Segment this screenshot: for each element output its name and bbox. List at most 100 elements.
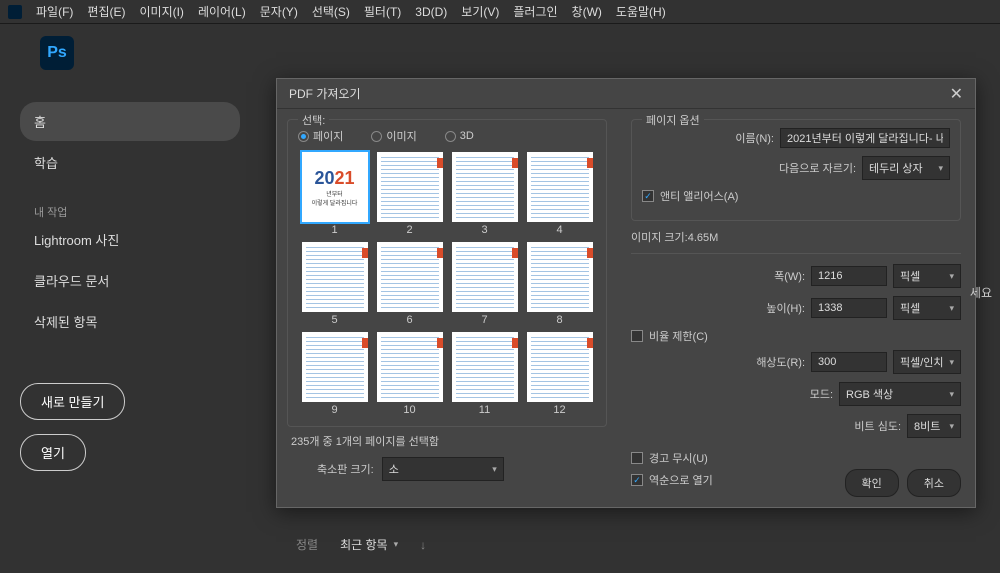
- thumb-size-select[interactable]: 소▾: [382, 457, 504, 481]
- resolution-unit-select[interactable]: 픽셀/인치▾: [893, 350, 961, 374]
- radio-3d[interactable]: 3D: [445, 130, 474, 142]
- menu-plugins[interactable]: 플러그인: [513, 3, 557, 20]
- thumb-label: 2: [373, 222, 446, 238]
- thumb-label: 9: [298, 402, 371, 418]
- menu-type[interactable]: 문자(Y): [260, 3, 298, 20]
- name-input[interactable]: [780, 128, 950, 148]
- menu-view[interactable]: 보기(V): [461, 3, 499, 20]
- ps-logo: Ps: [40, 36, 74, 70]
- thumb-2[interactable]: 2: [373, 150, 446, 238]
- radio-3d-dot: [445, 131, 456, 142]
- antialias-checkbox[interactable]: [642, 190, 654, 202]
- thumb-label: 1: [298, 222, 371, 238]
- radio-3d-label: 3D: [460, 130, 474, 142]
- menu-image[interactable]: 이미지(I): [139, 3, 183, 20]
- thumb-12[interactable]: 12: [523, 330, 596, 418]
- thumb-label: 12: [523, 402, 596, 418]
- sort-direction-icon[interactable]: ↓: [420, 538, 426, 552]
- bit-value: 8비트: [914, 418, 940, 434]
- thumb-label: 5: [298, 312, 371, 328]
- resolution-label: 해상도(R):: [756, 354, 805, 370]
- sidebar-section-my: 내 작업: [20, 204, 240, 220]
- select-fieldset: 선택: 페이지 이미지 3D: [287, 119, 607, 427]
- thumb-8[interactable]: 8: [523, 240, 596, 328]
- crop-value: 테두리 상자: [869, 160, 923, 176]
- chevron-down-icon: ▾: [949, 389, 954, 400]
- chevron-down-icon: ▾: [949, 357, 954, 368]
- mode-label: 모드:: [810, 386, 833, 402]
- thumb-10[interactable]: 10: [373, 330, 446, 418]
- crop-select[interactable]: 테두리 상자 ▾: [862, 156, 950, 180]
- sidebar-cloud[interactable]: 클라우드 문서: [20, 261, 240, 300]
- height-unit-value: 픽셀: [900, 300, 920, 316]
- new-button[interactable]: 새로 만들기: [20, 383, 125, 420]
- chevron-down-icon: ▾: [394, 539, 399, 550]
- menu-help[interactable]: 도움말(H): [616, 3, 666, 20]
- chevron-down-icon: ▾: [949, 271, 954, 282]
- dialog-title-text: PDF 가져오기: [289, 85, 361, 102]
- menu-window[interactable]: 창(W): [572, 3, 602, 20]
- selection-status: 235개 중 1개의 페이지를 선택함: [287, 433, 607, 449]
- menu-layer[interactable]: 레이어(L): [198, 3, 246, 20]
- menu-edit[interactable]: 편집(E): [87, 3, 125, 20]
- sidebar-learn[interactable]: 학습: [20, 143, 240, 182]
- thumb-7[interactable]: 7: [448, 240, 521, 328]
- thumb-size-value: 소: [389, 461, 399, 477]
- thumb-label: 4: [523, 222, 596, 238]
- constrain-checkbox[interactable]: [631, 330, 643, 342]
- radio-image-dot: [371, 131, 382, 142]
- reverse-open-label: 역순으로 열기: [649, 472, 713, 488]
- thumb-9[interactable]: 9: [298, 330, 371, 418]
- thumb-label: 8: [523, 312, 596, 328]
- right-edge-text: 세요: [970, 284, 992, 301]
- height-unit-select[interactable]: 픽셀 ▾: [893, 296, 961, 320]
- menu-select[interactable]: 선택(S): [312, 3, 350, 20]
- thumb-1[interactable]: 2021년부터이렇게 달라집니다1: [298, 150, 371, 238]
- page-options-label: 페이지 옵션: [642, 112, 704, 128]
- page-options-fieldset: 페이지 옵션 이름(N): 다음으로 자르기: 테두리 상자▾ 앤티 앨리어스(…: [631, 119, 961, 221]
- open-button[interactable]: 열기: [20, 434, 86, 471]
- thumb-label: 10: [373, 402, 446, 418]
- sidebar-lightroom[interactable]: Lightroom 사진: [20, 220, 240, 259]
- ps-icon-small: [8, 5, 22, 19]
- sort-recent-label: 최근 항목: [340, 536, 388, 553]
- radio-page[interactable]: 페이지: [298, 128, 343, 144]
- menu-file[interactable]: 파일(F): [36, 3, 73, 20]
- close-icon[interactable]: ✕: [950, 84, 963, 104]
- image-size-label: 이미지 크기:4.65M: [631, 229, 961, 245]
- sort-label: 정렬: [296, 536, 318, 553]
- cover-sub1: 년부터: [326, 189, 343, 198]
- width-label: 폭(W):: [774, 268, 805, 284]
- sidebar-home[interactable]: 홈: [20, 102, 240, 141]
- cancel-button[interactable]: 취소: [907, 469, 961, 497]
- mode-select[interactable]: RGB 색상 ▾: [839, 382, 961, 406]
- pdf-import-dialog: PDF 가져오기 ✕ 선택: 페이지 이미지: [276, 78, 976, 508]
- mode-value: RGB 색상: [846, 386, 893, 402]
- suppress-warnings-checkbox[interactable]: [631, 452, 643, 464]
- bit-select[interactable]: 8비트▾: [907, 414, 961, 438]
- thumb-label: 6: [373, 312, 446, 328]
- thumbnail-grid: 2021년부터이렇게 달라집니다1 2 3 4 5 6 7 8 9 10 11 …: [298, 150, 596, 418]
- resolution-input[interactable]: [811, 352, 887, 372]
- thumb-5[interactable]: 5: [298, 240, 371, 328]
- sort-recent-dropdown[interactable]: 최근 항목 ▾: [340, 536, 398, 553]
- cover-21: 21: [335, 168, 355, 188]
- chevron-down-icon: ▾: [938, 163, 943, 174]
- menu-filter[interactable]: 필터(T): [364, 3, 401, 20]
- width-input[interactable]: [811, 266, 887, 286]
- radio-page-label: 페이지: [313, 128, 343, 144]
- chevron-down-icon: ▾: [949, 303, 954, 314]
- radio-image-label: 이미지: [386, 128, 416, 144]
- width-unit-select[interactable]: 픽셀▾: [893, 264, 961, 288]
- thumb-6[interactable]: 6: [373, 240, 446, 328]
- radio-image[interactable]: 이미지: [371, 128, 416, 144]
- height-input[interactable]: [811, 298, 887, 318]
- thumb-11[interactable]: 11: [448, 330, 521, 418]
- thumb-3[interactable]: 3: [448, 150, 521, 238]
- menu-3d[interactable]: 3D(D): [415, 5, 447, 19]
- reverse-open-checkbox[interactable]: [631, 474, 643, 486]
- sidebar-deleted[interactable]: 삭제된 항목: [20, 302, 240, 341]
- ok-button[interactable]: 확인: [845, 469, 899, 497]
- thumb-4[interactable]: 4: [523, 150, 596, 238]
- thumb-label: 7: [448, 312, 521, 328]
